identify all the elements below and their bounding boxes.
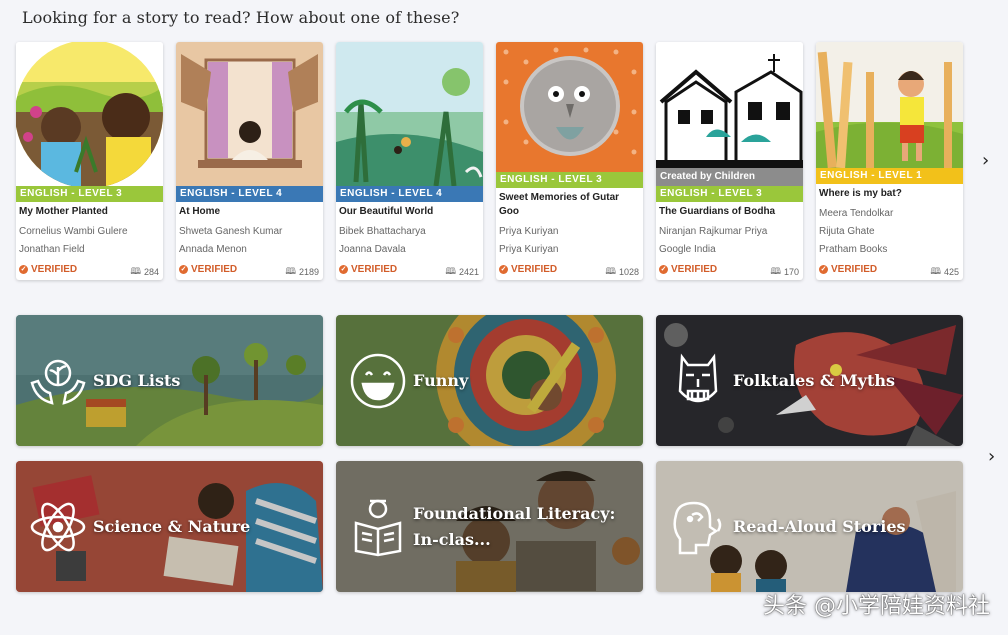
story-card[interactable]: ENGLISH - LEVEL 1 Where is my bat? Meera…	[816, 42, 963, 280]
book-cover[interactable]	[816, 42, 963, 168]
category-tile-sdg-lists[interactable]: SDG Lists	[16, 315, 323, 446]
read-count: 🕮 2189	[285, 264, 319, 280]
section-heading: Looking for a story to read? How about o…	[22, 8, 460, 27]
story-illustrator[interactable]: Annada Menon	[179, 244, 247, 255]
story-title[interactable]: The Guardians of Bodha	[659, 205, 799, 219]
story-illustrator[interactable]: Jonathan Field	[19, 244, 85, 255]
book-cover[interactable]	[176, 42, 323, 186]
smiley-icon	[350, 353, 406, 409]
plant-hands-icon	[30, 359, 86, 405]
read-count: 🕮 170	[770, 264, 799, 280]
story-illustrator[interactable]: Priya Kuriyan	[499, 244, 558, 255]
story-title[interactable]: My Mother Planted	[19, 205, 159, 219]
story-author[interactable]: Meera Tendolkar	[819, 208, 893, 219]
story-author[interactable]: Bibek Bhattacharya	[339, 226, 426, 237]
reader-icon	[354, 499, 402, 557]
story-author[interactable]: Shweta Ganesh Kumar	[179, 226, 282, 237]
check-badge-icon: ✓	[339, 265, 348, 274]
read-count: 🕮 284	[130, 264, 159, 280]
book-icon: 🕮	[130, 266, 141, 276]
verified-badge: ✓ VERIFIED	[339, 264, 398, 275]
story-illustrator[interactable]: Google India	[659, 244, 716, 255]
check-badge-icon: ✓	[179, 265, 188, 274]
book-cover[interactable]	[496, 42, 643, 172]
verified-badge: ✓ VERIFIED	[819, 264, 878, 275]
category-label: SDG Lists	[93, 370, 181, 390]
level-badge: ENGLISH - LEVEL 3	[16, 186, 163, 202]
story-card[interactable]: ENGLISH - LEVEL 3 Sweet Memories of Guta…	[496, 42, 643, 280]
story-card[interactable]: ENGLISH - LEVEL 3 My Mother Planted Corn…	[16, 42, 163, 280]
category-tile-science-nature[interactable]: Science & Nature	[16, 461, 323, 592]
mask-icon	[678, 353, 718, 403]
book-icon: 🕮	[285, 266, 296, 276]
story-title[interactable]: Sweet Memories of Gutar Goo	[499, 191, 639, 219]
story-publisher[interactable]: Pratham Books	[819, 244, 887, 255]
verified-badge: ✓ VERIFIED	[19, 264, 78, 275]
story-illustrator[interactable]: Rijuta Ghate	[819, 226, 875, 237]
story-card[interactable]: ENGLISH - LEVEL 4 At Home Shweta Ganesh …	[176, 42, 323, 280]
book-icon: 🕮	[930, 266, 941, 276]
category-tile-folktales-myths[interactable]: Folktales & Myths	[656, 315, 963, 446]
level-badge: ENGLISH - LEVEL 1	[816, 168, 963, 184]
story-title[interactable]: Our Beautiful World	[339, 205, 479, 219]
category-label: Funny	[413, 370, 469, 390]
story-title[interactable]: At Home	[179, 205, 319, 219]
verified-badge: ✓ VERIFIED	[659, 264, 718, 275]
verified-badge: ✓ VERIFIED	[179, 264, 238, 275]
read-count: 🕮 2421	[445, 264, 479, 280]
category-label: Science & Nature	[93, 516, 251, 536]
level-badge: ENGLISH - LEVEL 3	[496, 172, 643, 188]
book-icon: 🕮	[445, 266, 456, 276]
chevron-right-icon[interactable]: ›	[988, 446, 995, 467]
story-author[interactable]: Cornelius Wambi Gulere	[19, 226, 128, 237]
read-count: 🕮 425	[930, 264, 959, 280]
check-badge-icon: ✓	[659, 265, 668, 274]
story-author[interactable]: Priya Kuriyan	[499, 226, 558, 237]
check-badge-icon: ✓	[19, 265, 28, 274]
book-icon: 🕮	[770, 266, 781, 276]
category-tile-funny[interactable]: Funny	[336, 315, 643, 446]
atom-icon	[30, 502, 86, 552]
story-author[interactable]: Niranjan Rajkumar Priya	[659, 226, 767, 237]
created-by-children-label: Created by Children	[656, 168, 803, 186]
story-card[interactable]: ENGLISH - LEVEL 4 Our Beautiful World Bi…	[336, 42, 483, 280]
watermark-text: 头条 @小学陪娃资料社	[763, 594, 990, 619]
check-badge-icon: ✓	[499, 265, 508, 274]
category-label: Folktales & Myths	[733, 370, 895, 390]
level-badge: ENGLISH - LEVEL 4	[336, 186, 483, 202]
book-cover[interactable]	[16, 42, 163, 186]
speaking-head-icon	[673, 501, 722, 555]
category-tile-foundational-literacy[interactable]: Foundational Literacy: In-clas...	[336, 461, 643, 592]
book-cover[interactable]	[656, 42, 803, 186]
category-label: Read-Aloud Stories	[733, 516, 906, 536]
category-label: Foundational Literacy: In-clas...	[413, 503, 616, 549]
story-title[interactable]: Where is my bat?	[819, 187, 959, 201]
read-count: 🕮 1028	[605, 264, 639, 280]
level-badge: ENGLISH - LEVEL 4	[176, 186, 323, 202]
category-tile-read-aloud-stories[interactable]: Read-Aloud Stories	[656, 461, 963, 592]
story-illustrator[interactable]: Joanna Davala	[339, 244, 406, 255]
story-card[interactable]: Created by Children ENGLISH - LEVEL 3 Th…	[656, 42, 803, 280]
level-badge: ENGLISH - LEVEL 3	[656, 186, 803, 202]
book-icon: 🕮	[605, 266, 616, 276]
check-badge-icon: ✓	[819, 265, 828, 274]
verified-badge: ✓ VERIFIED	[499, 264, 558, 275]
chevron-right-icon[interactable]: ›	[982, 150, 989, 171]
book-cover[interactable]	[336, 42, 483, 186]
